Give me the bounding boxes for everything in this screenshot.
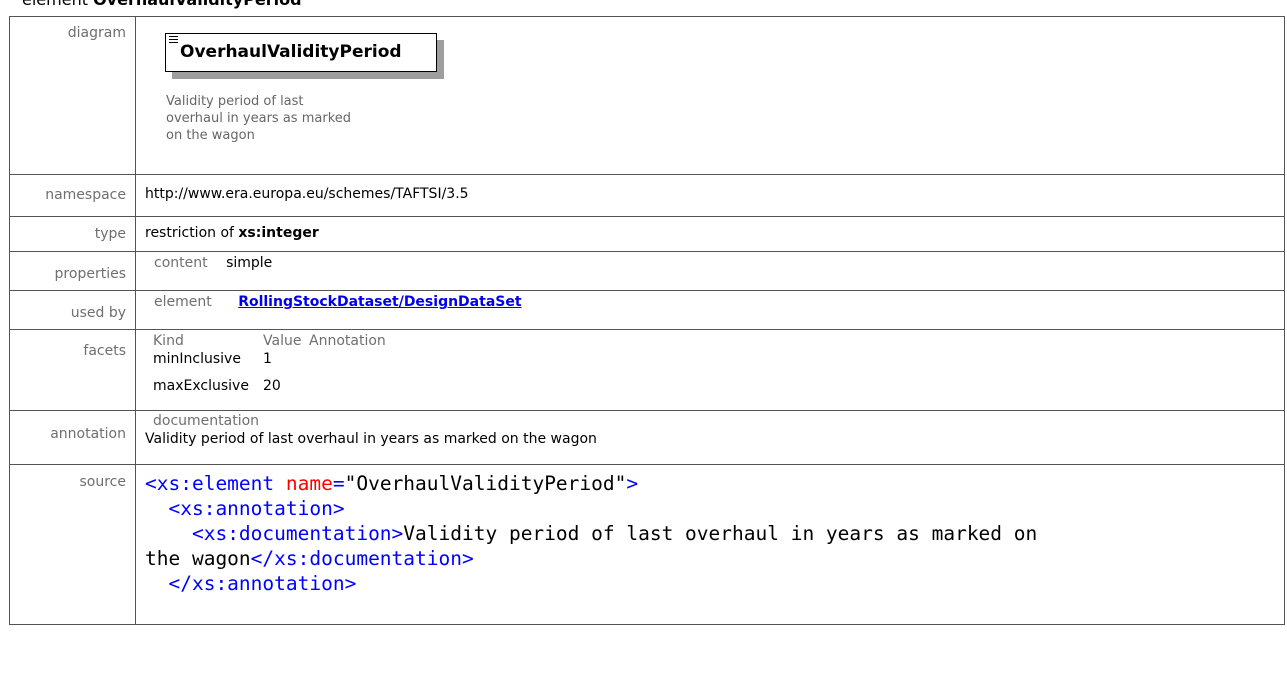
facet-value: 1 bbox=[263, 351, 272, 367]
row-facets: facets Kind Value Annotation minInclusiv… bbox=[9, 329, 1285, 411]
properties-key: content bbox=[154, 255, 208, 271]
heading-prefix: element bbox=[22, 0, 88, 9]
content-lines-icon bbox=[169, 36, 178, 45]
type-base: xs:integer bbox=[238, 225, 319, 241]
facet-row: minInclusive 1 bbox=[150, 351, 386, 378]
facet-value: 20 bbox=[263, 378, 281, 394]
label-type: type bbox=[9, 216, 136, 252]
label-properties: properties bbox=[9, 251, 136, 291]
value-facets: Kind Value Annotation minInclusive 1 max… bbox=[135, 329, 1285, 411]
value-annotation: documentation Validity period of last ov… bbox=[135, 410, 1285, 465]
source-code: <xs:element name="OverhaulValidityPeriod… bbox=[145, 472, 1038, 595]
label-diagram: diagram bbox=[9, 16, 136, 175]
diagram-documentation: Validity period of last overhaul in year… bbox=[166, 94, 352, 143]
row-diagram: diagram OverhaulValidityPeriod Validity … bbox=[9, 16, 1285, 175]
value-namespace: http://www.era.europa.eu/schemes/TAFTSI/… bbox=[135, 174, 1285, 217]
row-properties: properties content simple bbox=[9, 251, 1285, 291]
used-by-link[interactable]: RollingStockDataset/DesignDataSet bbox=[238, 294, 521, 310]
annotation-key: documentation bbox=[153, 413, 260, 429]
diagram-element-name: OverhaulValidityPeriod bbox=[180, 42, 402, 62]
facet-row: maxExclusive 20 bbox=[150, 378, 386, 405]
value-source: <xs:element name="OverhaulValidityPeriod… bbox=[135, 464, 1285, 625]
facets-header-value: Value bbox=[263, 333, 302, 349]
label-namespace: namespace bbox=[9, 174, 136, 217]
row-type: type restriction of xs:integer bbox=[9, 216, 1285, 252]
row-source: source <xs:element name="OverhaulValidit… bbox=[9, 464, 1285, 625]
type-prefix: restriction of bbox=[145, 225, 234, 241]
element-diagram-box: OverhaulValidityPeriod bbox=[165, 33, 437, 72]
annotation-text: Validity period of last overhaul in year… bbox=[145, 431, 597, 447]
facet-kind: minInclusive bbox=[153, 351, 241, 367]
heading-element-name: OverhaulValidityPeriod bbox=[93, 0, 302, 9]
value-type: restriction of xs:integer bbox=[135, 216, 1285, 252]
value-used-by: element RollingStockDataset/DesignDataSe… bbox=[135, 290, 1285, 330]
label-used-by: used by bbox=[9, 290, 136, 330]
element-doc-table: diagram OverhaulValidityPeriod Validity … bbox=[9, 16, 1285, 625]
properties-value: simple bbox=[226, 255, 273, 271]
label-facets: facets bbox=[9, 329, 136, 411]
page-heading: element OverhaulValidityPeriod bbox=[22, 0, 302, 9]
value-properties: content simple bbox=[135, 251, 1285, 291]
label-source: source bbox=[9, 464, 136, 625]
facets-table: Kind Value Annotation minInclusive 1 max… bbox=[150, 333, 386, 405]
facet-kind: maxExclusive bbox=[153, 378, 249, 394]
value-diagram: OverhaulValidityPeriod Validity period o… bbox=[135, 16, 1285, 175]
facets-header-annotation: Annotation bbox=[309, 333, 386, 349]
row-annotation: annotation documentation Validity period… bbox=[9, 410, 1285, 465]
row-used-by: used by element RollingStockDataset/Desi… bbox=[9, 290, 1285, 330]
used-by-key: element bbox=[154, 294, 212, 310]
facets-header-kind: Kind bbox=[153, 333, 184, 349]
row-namespace: namespace http://www.era.europa.eu/schem… bbox=[9, 174, 1285, 217]
label-annotation: annotation bbox=[9, 410, 136, 465]
